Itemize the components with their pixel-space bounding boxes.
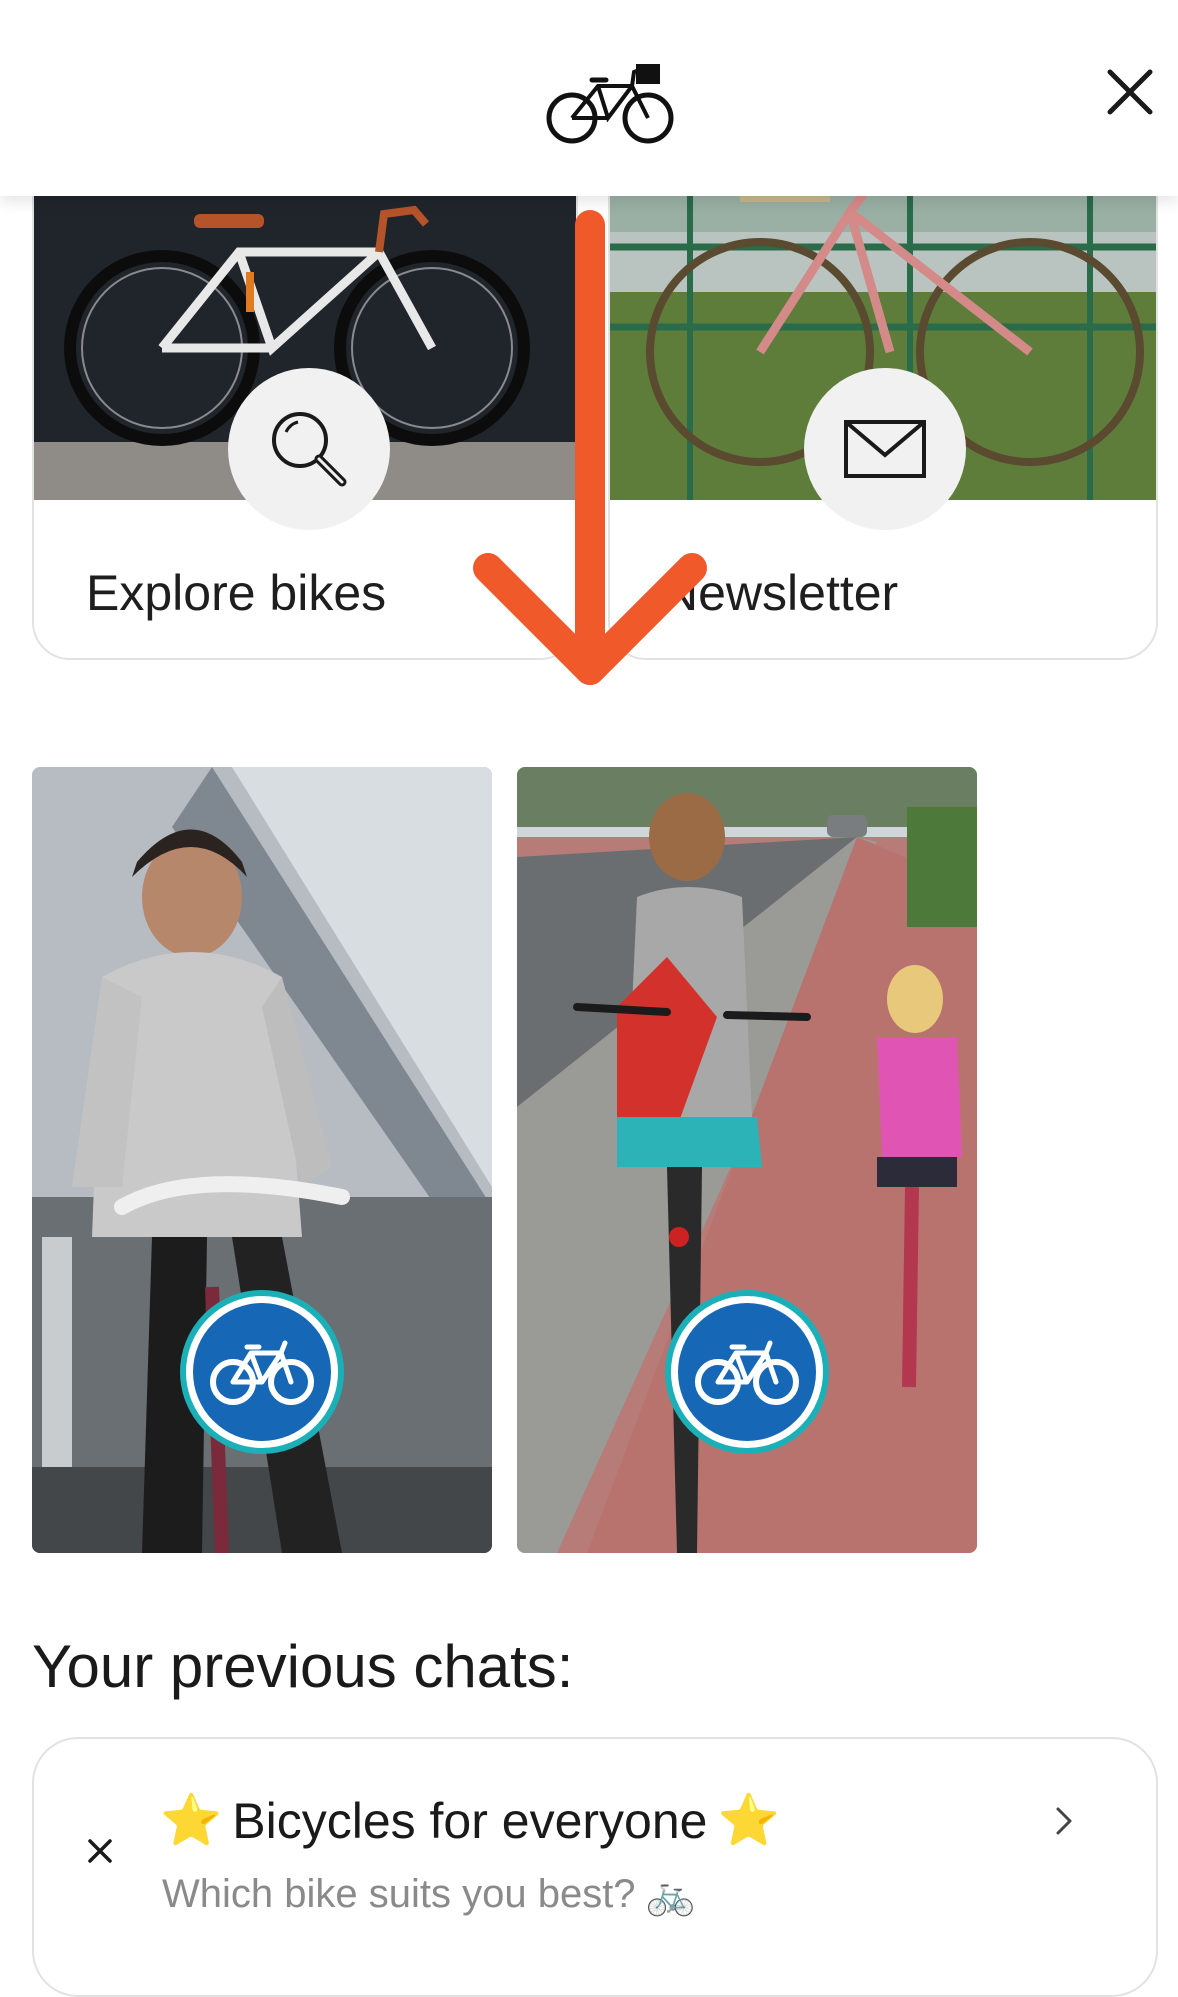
star-icon: ⭐ bbox=[160, 1792, 223, 1848]
bike-path-sign-icon bbox=[180, 1290, 344, 1454]
star-icon: ⭐ bbox=[717, 1792, 780, 1848]
app-header bbox=[0, 0, 1178, 196]
chat-item[interactable]: ⭐ Bicycles for everyone ⭐ Which bike sui… bbox=[32, 1737, 1158, 1997]
commuter-photo-tile[interactable] bbox=[32, 767, 492, 1553]
chat-title-text: Bicycles for everyone bbox=[232, 1792, 708, 1849]
explore-bikes-label: Explore bikes bbox=[86, 565, 387, 621]
bicycle-basket-icon bbox=[540, 58, 680, 148]
newsletter-label: Newsletter bbox=[662, 565, 899, 621]
newsletter-mail-badge bbox=[804, 368, 966, 530]
envelope-icon bbox=[844, 420, 926, 478]
close-icon bbox=[88, 1839, 112, 1863]
explore-bikes-card[interactable]: Explore bikes bbox=[32, 150, 578, 660]
chat-title: ⭐ Bicycles for everyone ⭐ bbox=[160, 1791, 780, 1850]
magnifier-icon bbox=[272, 412, 347, 487]
chat-subtitle: Which bike suits you best? 🚲 bbox=[162, 1871, 695, 1918]
previous-chats-title: Your previous chats: bbox=[32, 1633, 574, 1700]
newsletter-card[interactable]: Newsletter bbox=[608, 150, 1158, 660]
chat-subtitle-text: Which bike suits you best? bbox=[162, 1872, 636, 1916]
close-icon bbox=[1107, 69, 1153, 115]
chevron-right-icon[interactable] bbox=[1046, 1801, 1082, 1841]
bicycle-emoji-icon: 🚲 bbox=[645, 1873, 696, 1917]
explore-search-badge bbox=[228, 368, 390, 530]
delete-chat-button[interactable] bbox=[80, 1831, 120, 1871]
family-ride-photo-tile[interactable] bbox=[517, 767, 977, 1553]
close-button[interactable] bbox=[1100, 62, 1160, 122]
bike-path-sign-icon bbox=[665, 1290, 829, 1454]
